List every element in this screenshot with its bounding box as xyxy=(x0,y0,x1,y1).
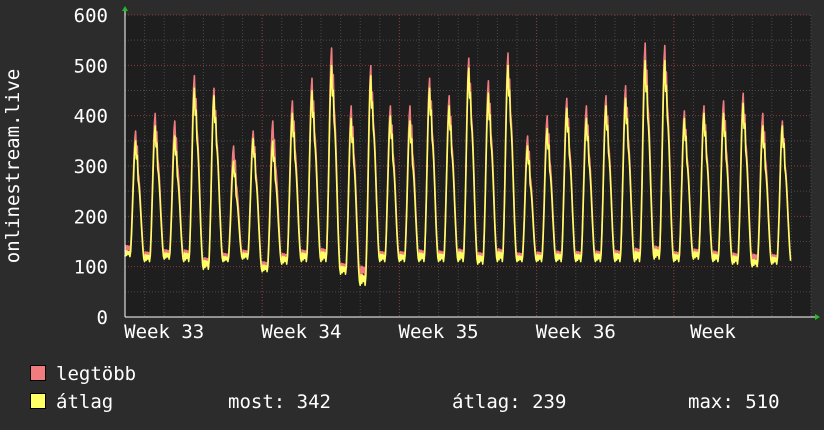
x-tick-label: Week 34 xyxy=(261,321,341,343)
legend-item-max: legtöbb xyxy=(30,362,136,386)
legend: legtöbb átlag most: 342 átlag: 239 max: … xyxy=(30,362,810,422)
y-tick-label: 600 xyxy=(74,5,108,27)
y-tick-label: 100 xyxy=(74,257,108,279)
y-tick-label: 200 xyxy=(74,206,108,228)
legend-label-avg: átlag xyxy=(56,391,114,413)
y-tick-label: 500 xyxy=(74,55,108,77)
stat-maximum: max: 510 xyxy=(688,391,780,413)
legend-swatch-max xyxy=(30,364,46,381)
x-tick-label: Week xyxy=(690,321,736,343)
y-axis-arrow xyxy=(122,6,128,11)
legend-item-avg: átlag most: 342 átlag: 239 max: 510 xyxy=(30,390,810,414)
y-tick-labels: 0 100 200 300 400 500 600 xyxy=(74,5,108,329)
legend-label-max: legtöbb xyxy=(56,363,137,385)
y-axis-label: onlinestream.live xyxy=(2,69,24,263)
x-tick-label: Week 35 xyxy=(399,321,479,343)
y-tick-label: 0 xyxy=(97,307,108,329)
y-tick-label: 400 xyxy=(74,106,108,128)
x-tick-label: Week 33 xyxy=(124,321,204,343)
x-axis-arrow xyxy=(815,314,820,320)
x-tick-label: Week 36 xyxy=(536,321,616,343)
stat-current: most: 342 xyxy=(228,391,331,413)
x-tick-labels: Week 33 Week 34 Week 35 Week 36 Week xyxy=(124,321,736,343)
stat-average: átlag: 239 xyxy=(452,391,567,413)
legend-swatch-avg xyxy=(30,392,46,409)
y-tick-label: 300 xyxy=(74,156,108,178)
